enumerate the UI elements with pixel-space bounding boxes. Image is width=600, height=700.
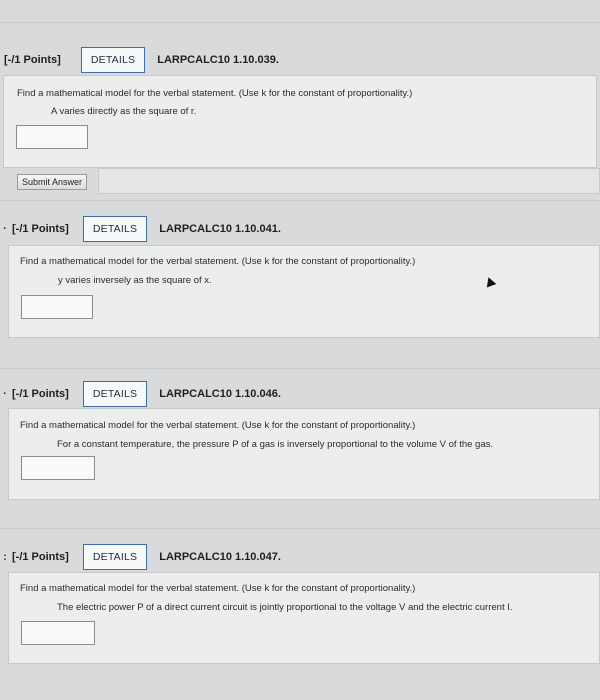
- question-prompt: Find a mathematical model for the verbal…: [17, 88, 413, 99]
- verbal-statement: The electric power P of a direct current…: [57, 602, 513, 613]
- question-prompt: Find a mathematical model for the verbal…: [20, 583, 416, 594]
- question-code: LARPCALC10 1.10.046.: [159, 388, 281, 400]
- submit-strip: [98, 168, 600, 194]
- points-label: [-/1 Points]: [12, 223, 69, 235]
- section-divider: [0, 528, 600, 529]
- answer-input[interactable]: [21, 621, 95, 645]
- top-divider: [0, 22, 600, 23]
- question-header-2: · [-/1 Points] DETAILS LARPCALC10 1.10.0…: [0, 216, 600, 242]
- points-label: [-/1 Points]: [12, 388, 69, 400]
- points-label: [-/1 Points]: [4, 54, 61, 66]
- question-code: LARPCALC10 1.10.039.: [157, 54, 279, 66]
- question-panel-4: Find a mathematical model for the verbal…: [8, 572, 600, 664]
- verbal-statement: For a constant temperature, the pressure…: [57, 439, 494, 450]
- question-bullet: :: [3, 551, 7, 563]
- question-header-1: [-/1 Points] DETAILS LARPCALC10 1.10.039…: [0, 47, 600, 73]
- details-button[interactable]: DETAILS: [82, 544, 148, 570]
- section-divider: [0, 368, 600, 369]
- question-bullet: ·: [3, 223, 7, 235]
- question-bullet: ·: [3, 388, 7, 400]
- question-prompt: Find a mathematical model for the verbal…: [20, 420, 416, 431]
- question-prompt: Find a mathematical model for the verbal…: [20, 256, 416, 267]
- answer-input[interactable]: [16, 125, 88, 149]
- verbal-statement: A varies directly as the square of r.: [51, 106, 197, 117]
- question-code: LARPCALC10 1.10.041.: [159, 223, 281, 235]
- question-panel-3: Find a mathematical model for the verbal…: [8, 408, 600, 500]
- answer-input[interactable]: [21, 456, 95, 480]
- points-label: [-/1 Points]: [12, 551, 69, 563]
- answer-input[interactable]: [21, 295, 93, 319]
- question-panel-1: Find a mathematical model for the verbal…: [3, 75, 597, 168]
- verbal-statement: y varies inversely as the square of x.: [58, 275, 212, 286]
- question-header-3: · [-/1 Points] DETAILS LARPCALC10 1.10.0…: [0, 381, 600, 407]
- question-code: LARPCALC10 1.10.047.: [159, 551, 281, 563]
- submit-answer-button[interactable]: Submit Answer: [17, 174, 88, 190]
- details-button[interactable]: DETAILS: [82, 381, 148, 407]
- question-header-4: : [-/1 Points] DETAILS LARPCALC10 1.10.0…: [0, 544, 600, 570]
- details-button[interactable]: DETAILS: [80, 47, 146, 73]
- question-panel-2: Find a mathematical model for the verbal…: [8, 245, 600, 338]
- section-divider: [0, 200, 600, 201]
- details-button[interactable]: DETAILS: [82, 216, 148, 242]
